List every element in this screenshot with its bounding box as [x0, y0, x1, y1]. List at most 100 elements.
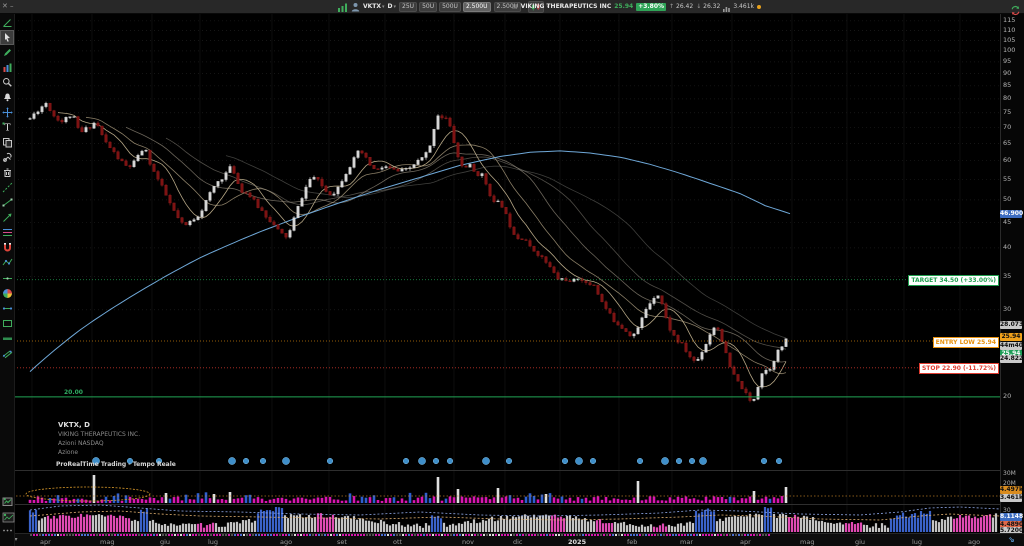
event-marker[interactable]	[282, 457, 289, 464]
seasonal-strip-segment	[180, 534, 182, 536]
seasonal-strip-segment	[705, 534, 707, 536]
seasonal-strip-segment	[654, 534, 656, 536]
interval-button-2.500U[interactable]: 2.500U	[463, 2, 491, 12]
interval-button-25U[interactable]: 25U	[399, 2, 417, 12]
event-marker[interactable]	[661, 457, 668, 464]
seasonal-strip-segment	[426, 534, 428, 536]
indicator-icon[interactable]	[2, 509, 15, 528]
instrument-info-overlay: VKTX, D VIKING THERAPEUTICS INC. Azioni …	[58, 421, 140, 457]
seasonal-strip-segment	[762, 534, 764, 536]
event-marker[interactable]	[447, 458, 453, 464]
seasonal-strip-segment	[678, 534, 680, 536]
magnet-tool[interactable]	[1, 241, 13, 254]
event-marker[interactable]	[562, 458, 568, 464]
seasonal-strip-segment	[666, 534, 668, 536]
event-marker[interactable]	[699, 457, 706, 464]
settings-tools-tool[interactable]	[1, 151, 13, 164]
event-marker[interactable]	[228, 457, 235, 464]
interval-button-50U[interactable]: 50U	[419, 2, 437, 12]
segment-tool[interactable]	[1, 196, 13, 209]
event-marker[interactable]	[433, 458, 439, 464]
timeframe-label: D	[388, 3, 393, 10]
event-marker[interactable]	[776, 458, 782, 464]
signal-bars-icon[interactable]	[338, 0, 348, 16]
entry-level-label[interactable]: ENTRY LOW 25.94	[933, 337, 999, 348]
seasonal-strip-segment	[87, 534, 89, 536]
indicator-tool[interactable]	[1, 61, 13, 74]
seasonal-strip-segment	[525, 534, 527, 536]
text-tool[interactable]: T	[1, 121, 13, 134]
seasonal-strip-segment	[384, 534, 386, 536]
seasonal-strip-segment	[759, 534, 761, 536]
session-volume: 3.461k	[733, 3, 754, 10]
event-marker[interactable]	[761, 458, 767, 464]
seasonal-strip-segment	[501, 534, 503, 536]
seasonal-strip-segment	[555, 534, 557, 536]
user-icon[interactable]	[351, 0, 360, 16]
minimize-icon[interactable]: –	[10, 0, 14, 13]
trend-angle-tool[interactable]	[1, 16, 13, 29]
chart-window-tool[interactable]	[1, 495, 13, 508]
alert-bell-tool[interactable]	[1, 91, 13, 104]
asset-type-label: Azione	[58, 448, 140, 457]
event-marker[interactable]	[575, 457, 582, 464]
event-marker[interactable]	[403, 458, 409, 464]
seasonal-strip-segment	[765, 534, 767, 536]
close-icon[interactable]: ✕	[2, 0, 8, 13]
event-marker[interactable]	[482, 457, 489, 464]
instrument-fullname-label: VIKING THERAPEUTICS INC.	[58, 430, 140, 439]
polyline-tool[interactable]	[1, 256, 13, 269]
seasonal-strip-segment	[438, 534, 440, 536]
interval-button-500U[interactable]: 500U	[439, 2, 461, 12]
event-marker[interactable]	[590, 458, 596, 464]
seasonal-strip-segment	[387, 534, 389, 536]
time-axis[interactable]: ∷∷ ▾ ⇘ aprmaggiulugagosetottnovdic2025fe…	[0, 533, 1024, 546]
event-marker[interactable]	[676, 458, 682, 464]
delete-trash-tool[interactable]	[1, 166, 13, 179]
list-icon[interactable]: ▤	[512, 3, 518, 10]
seasonal-strip-segment	[429, 534, 431, 536]
color-wheel-tool[interactable]	[1, 287, 13, 300]
horizontal-line-tool[interactable]	[1, 272, 13, 285]
refresh-icon[interactable]	[1010, 1, 1021, 20]
fibonacci-tool[interactable]	[1, 226, 13, 239]
dashed-trendline-tool[interactable]	[1, 181, 13, 194]
event-marker[interactable]	[637, 458, 643, 464]
channel-tool[interactable]	[1, 347, 13, 360]
stop-level-label[interactable]: STOP 22.90 (-11.72%)	[919, 363, 999, 374]
horizontal-segment-tool[interactable]	[1, 302, 13, 315]
seasonal-strip-segment	[192, 534, 194, 536]
seasonal-strip-segment	[693, 534, 695, 536]
go-to-latest-button[interactable]: ⇘	[1008, 535, 1015, 544]
seasonal-strip-segment	[381, 534, 383, 536]
instrument-name: VIKING THERAPEUTICS INC	[521, 3, 612, 10]
seasonal-strip-segment	[39, 534, 41, 536]
target-level-label[interactable]: TARGET 34.50 (+33.00%)	[908, 275, 999, 286]
move-cross-tool[interactable]	[1, 106, 13, 119]
timeframe-dropdown[interactable]: D▾	[388, 3, 397, 10]
thick-line-tool[interactable]	[1, 332, 13, 345]
text-tool-icon: T	[2, 122, 13, 133]
seasonal-strip-segment	[270, 534, 272, 536]
horizontal-segment-tool-icon	[2, 303, 13, 314]
draw-pencil-tool[interactable]	[1, 46, 13, 59]
seasonal-strip-segment	[48, 534, 50, 536]
event-marker[interactable]	[260, 458, 266, 464]
cursor-tool[interactable]	[1, 31, 13, 44]
duplicate-tool[interactable]	[1, 136, 13, 149]
seasonal-strip-segment	[447, 534, 449, 536]
event-marker[interactable]	[327, 458, 333, 464]
rectangle-tool[interactable]	[1, 317, 13, 330]
seasonal-strip-segment	[543, 534, 545, 536]
event-marker[interactable]	[506, 458, 512, 464]
seasonal-strip-segment	[396, 534, 398, 536]
event-marker[interactable]	[418, 457, 425, 464]
event-marker[interactable]	[689, 458, 695, 464]
zoom-tool[interactable]	[1, 76, 13, 89]
channel-tool-icon	[2, 348, 13, 359]
arrow-tool[interactable]	[1, 211, 13, 224]
event-marker[interactable]	[243, 458, 249, 464]
seasonal-strip-segment	[741, 534, 743, 536]
symbol-dropdown[interactable]: VKTX▾	[363, 3, 385, 10]
seasonal-strip-segment	[90, 534, 92, 536]
